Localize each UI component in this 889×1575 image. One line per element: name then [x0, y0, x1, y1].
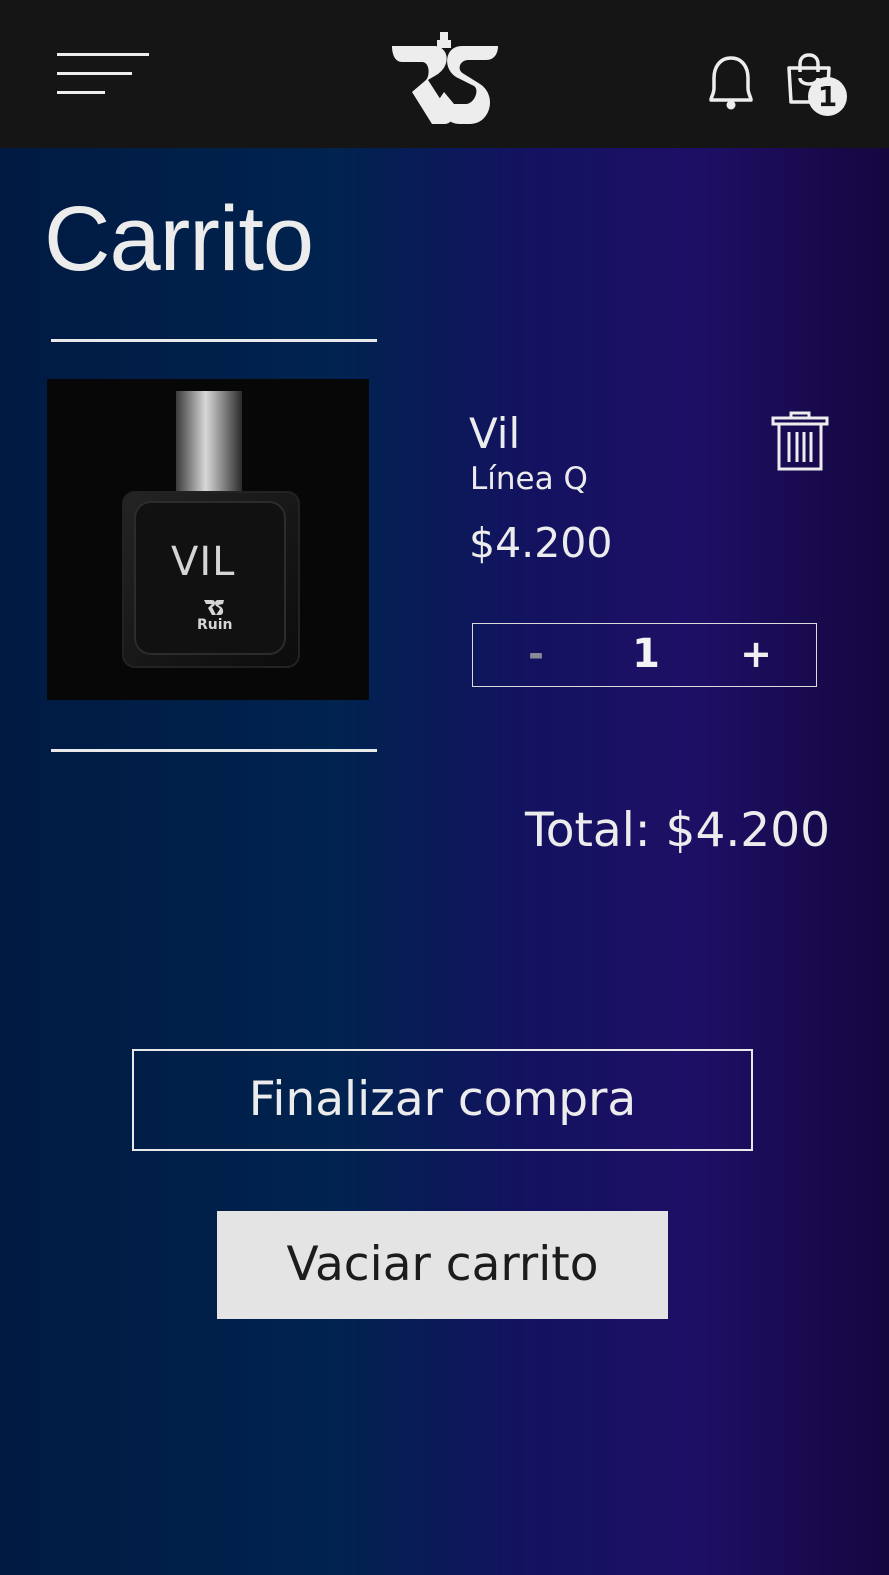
trash-icon[interactable]: [771, 410, 829, 472]
increment-button[interactable]: +: [721, 624, 791, 685]
empty-cart-button[interactable]: Vaciar carrito: [217, 1211, 668, 1319]
brand-logo-icon[interactable]: [390, 30, 500, 124]
page-title: Carrito: [44, 188, 314, 290]
quantity-stepper: - 1 +: [472, 623, 817, 687]
quantity-value: 1: [632, 631, 660, 677]
checkout-button[interactable]: Finalizar compra: [132, 1049, 753, 1151]
bottle-brand: Ruin: [197, 617, 233, 633]
decrement-button[interactable]: -: [501, 624, 571, 685]
cart-count-badge: 1: [808, 77, 847, 116]
product-image[interactable]: VIL Ruin: [47, 379, 369, 700]
product-line: Línea Q: [470, 461, 588, 497]
bottle-logo-icon: [204, 600, 224, 615]
hamburger-menu-icon[interactable]: [57, 53, 149, 97]
product-name: Vil: [469, 409, 521, 458]
bottle-label: VIL: [171, 539, 236, 585]
bell-icon[interactable]: [708, 54, 754, 112]
cart-total: Total: $4.200: [525, 803, 830, 858]
top-bar: 1: [0, 0, 889, 148]
divider-top: [51, 339, 377, 342]
divider-bottom: [51, 749, 377, 752]
product-price: $4.200: [469, 519, 613, 567]
cart-button[interactable]: 1: [784, 52, 854, 118]
